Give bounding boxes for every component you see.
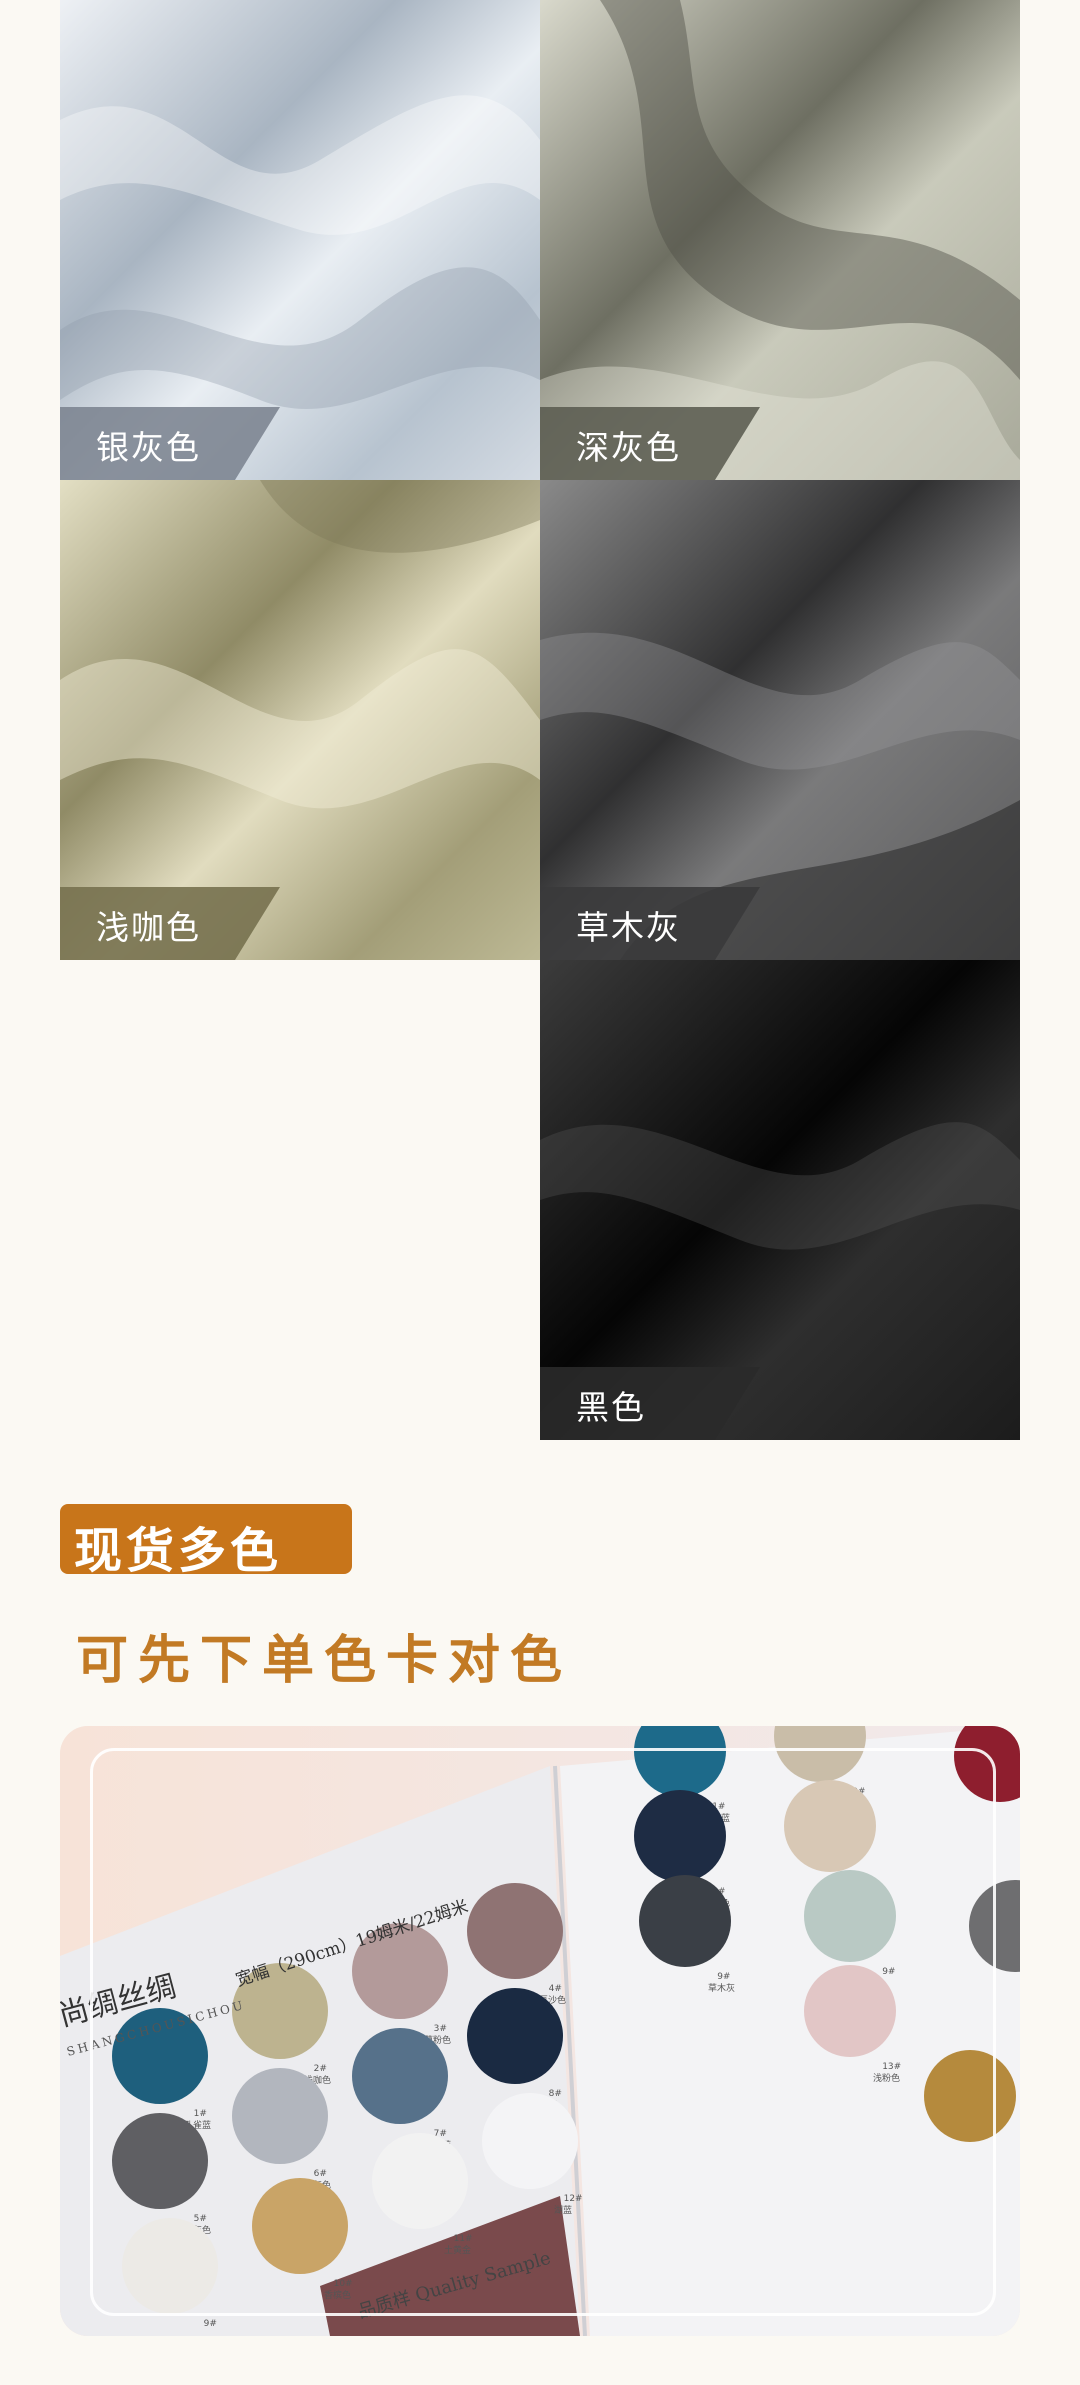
chip-number: 13# <box>882 2062 901 2072</box>
color-chip <box>634 1790 726 1882</box>
color-chip <box>924 2050 1016 2142</box>
color-chip <box>639 1875 731 1967</box>
swatch-tile-ash-grey[interactable]: 草木灰 <box>540 480 1020 960</box>
chip-number: 3# <box>434 2024 447 2034</box>
swatch-label-tag: 草木灰 <box>540 887 760 960</box>
color-chip <box>482 2093 578 2189</box>
chip-number: 1# <box>194 2109 207 2119</box>
color-chip <box>804 1965 896 2057</box>
fabric-color-grid: 银灰色 深灰色 浅咖色 草木灰 黑色 <box>60 0 1020 1440</box>
chip-name: 湖蓝 <box>554 2204 572 2216</box>
swatch-label-tag: 银灰色 <box>60 407 280 480</box>
chip-number: 10# <box>334 2279 353 2289</box>
swatch-label-tag: 黑色 <box>540 1367 760 1440</box>
color-chip <box>372 2133 468 2229</box>
color-chip <box>467 1988 563 2084</box>
chip-number: 9# <box>204 2319 217 2329</box>
chip-number: 8# <box>549 2089 562 2099</box>
chip-number: 2# <box>314 2064 327 2074</box>
in-stock-badge: 现货多色 <box>60 1504 352 1579</box>
swatch-tile-dark-grey[interactable]: 深灰色 <box>540 0 1020 480</box>
chip-number: 12# <box>564 2194 583 2204</box>
swatch-label: 深灰色 <box>576 428 681 467</box>
chip-number: 5# <box>194 2214 207 2224</box>
color-chip <box>232 2068 328 2164</box>
badge-text: 现货多色 <box>74 1523 283 1579</box>
section-subtitle: 可先下单色卡对色 <box>76 1631 573 1691</box>
color-chip <box>352 2028 448 2124</box>
color-card-photo[interactable]: 1#孔雀蓝2#浅咖色3#藕粉色4#豆沙色5#铁灰色6#银灰色7#雾霾蓝8#藏蓝9… <box>60 1726 1020 2336</box>
color-chip <box>467 1883 563 1979</box>
swatch-label: 银灰色 <box>96 428 201 467</box>
swatch-label: 黑色 <box>576 1388 646 1427</box>
color-chip <box>122 2218 218 2314</box>
swatch-tile-silver-grey[interactable]: 银灰色 <box>60 0 540 480</box>
color-chip <box>112 2113 208 2209</box>
swatch-label-tag: 浅咖色 <box>60 887 280 960</box>
chip-number: 4# <box>549 1984 562 1994</box>
chip-name: 香槟色 <box>324 2289 351 2301</box>
swatch-label: 浅咖色 <box>96 908 201 947</box>
color-chip <box>804 1870 896 1962</box>
color-card-image: 1#孔雀蓝2#浅咖色3#藕粉色4#豆沙色5#铁灰色6#银灰色7#雾霾蓝8#藏蓝9… <box>60 1726 1020 2336</box>
chip-name: 土黄金 <box>444 2244 471 2256</box>
chip-name: 草木灰 <box>708 1982 735 1994</box>
chip-number: 11# <box>454 2234 473 2244</box>
chip-number: 9# <box>717 1972 730 1982</box>
color-chip <box>784 1780 876 1872</box>
chip-name: 浅粉色 <box>873 2072 900 2084</box>
swatch-label-tag: 深灰色 <box>540 407 760 480</box>
chip-number: 6# <box>314 2169 327 2179</box>
chip-number: 9# <box>882 1967 895 1977</box>
swatch-tile-black[interactable]: 黑色 <box>540 960 1020 1440</box>
swatch-tile-light-coffee[interactable]: 浅咖色 <box>60 480 540 960</box>
color-chip <box>252 2178 348 2274</box>
swatch-label: 草木灰 <box>576 908 681 947</box>
